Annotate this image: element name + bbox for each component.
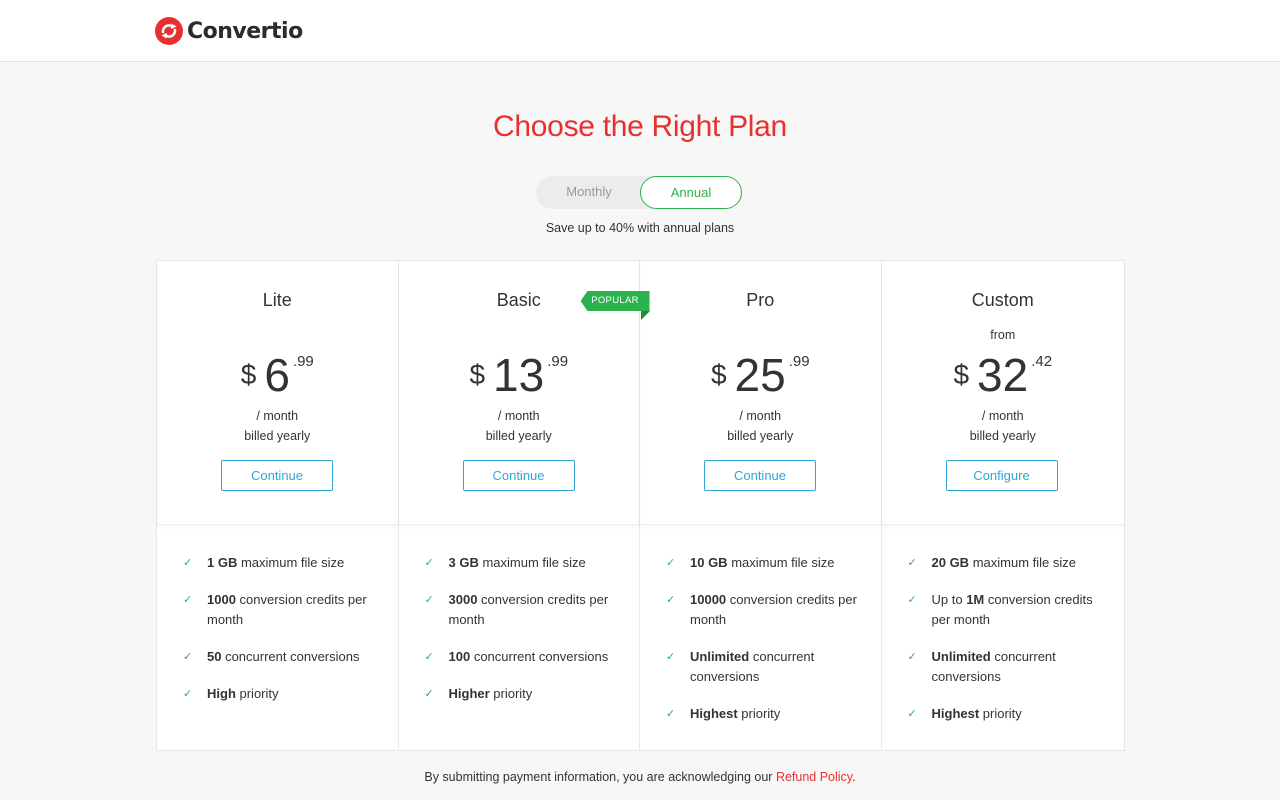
plan-price: $ 25 .99 (640, 347, 881, 403)
disclaimer-end: . (852, 770, 856, 784)
feature-item: ✓ Unlimited concurrent conversions (908, 647, 1105, 687)
feature-list: ✓ 1 GB maximum file size ✓ 1000 conversion… (157, 525, 398, 704)
check-icon: ✓ (424, 651, 434, 663)
check-icon: ✓ (907, 557, 917, 569)
check-icon: ✓ (907, 594, 917, 606)
check-icon: ✓ (424, 688, 434, 700)
plan-card-custom: Custom from $ 32 .42 / month billed year… (881, 261, 1125, 750)
price-period: / month billed yearly (157, 406, 398, 446)
check-icon: ✓ (666, 557, 676, 569)
price-billing: billed yearly (969, 429, 1036, 443)
billing-toggle-monthly[interactable]: Monthly (538, 176, 640, 209)
plan-header: Custom from $ 32 .42 / month billed year… (881, 261, 1125, 525)
price-amount: 6 (264, 349, 290, 401)
page-title: Choose the Right Plan (493, 110, 787, 143)
popular-badge: POPULAR (580, 291, 650, 311)
configure-button-custom[interactable]: Configure (945, 460, 1058, 491)
feature-item: ✓ 1 GB maximum file size (183, 553, 378, 573)
plan-header: Pro $ 25 .99 / month billed yearly Conti… (640, 261, 881, 525)
brand-name: Convertio (187, 18, 303, 44)
price-currency: $ (710, 359, 727, 390)
convertio-logo-icon (155, 17, 183, 45)
feature-list: ✓ 10 GB maximum file size ✓ 10000 conversi… (640, 525, 881, 724)
feature-item: ✓ Higher priority (425, 684, 620, 704)
feature-item: ✓ 3 GB maximum file size (425, 553, 620, 573)
check-icon: ✓ (424, 557, 434, 569)
price-per-month: / month (497, 409, 540, 423)
check-icon: ✓ (183, 688, 193, 700)
check-icon: ✓ (907, 708, 917, 720)
plan-price: $ 6 .99 (157, 347, 398, 403)
feature-item: ✓ 3000 conversion credits per month (425, 590, 620, 630)
price-from-label: from (990, 328, 1016, 342)
feature-item: ✓ 100 concurrent conversions (425, 647, 620, 667)
refund-policy-link[interactable]: Refund Policy (776, 770, 852, 784)
check-icon: ✓ (666, 651, 676, 663)
plan-card-basic: POPULAR Basic $ 13 .99 / month billed ye… (398, 261, 650, 750)
price-cents: .99 (292, 353, 314, 370)
price-period: / month billed yearly (882, 406, 1125, 446)
price-cents: .42 (1031, 353, 1053, 370)
check-icon: ✓ (424, 594, 434, 606)
billing-toggle[interactable]: Monthly Annual (536, 176, 742, 209)
popular-badge-fold (640, 311, 650, 320)
check-icon: ✓ (183, 594, 193, 606)
price-billing: billed yearly (244, 429, 311, 443)
plan-header: Lite $ 6 .99 / month billed yearly Conti… (157, 261, 398, 525)
price-currency: $ (240, 359, 257, 390)
plans-grid: Lite $ 6 .99 / month billed yearly Conti… (156, 260, 1125, 751)
price-amount: 32 (977, 349, 1029, 401)
check-icon: ✓ (907, 651, 917, 663)
price-amount: 25 (734, 349, 786, 401)
price-period: / month billed yearly (399, 406, 640, 446)
plan-card-pro: Pro $ 25 .99 / month billed yearly Conti… (640, 261, 882, 750)
feature-list: ✓ 20 GB maximum file size ✓ Up to 1M conve… (882, 525, 1125, 724)
payment-disclaimer: By submitting payment information, you a… (0, 770, 1280, 784)
check-icon: ✓ (666, 594, 676, 606)
price-per-month: / month (981, 409, 1024, 423)
price-currency: $ (469, 359, 486, 390)
check-icon: ✓ (183, 557, 193, 569)
plan-name: Custom (971, 290, 1034, 310)
feature-list: ✓ 3 GB maximum file size ✓ 3000 conversion… (399, 525, 640, 704)
plan-name: Lite (262, 290, 292, 310)
feature-item: ✓ 1000 conversion credits per month (183, 590, 378, 630)
price-cents: .99 (547, 353, 569, 370)
plan-name: Pro (746, 290, 775, 310)
plan-card-lite: Lite $ 6 .99 / month billed yearly Conti… (157, 261, 399, 750)
feature-item: ✓ 10 GB maximum file size (666, 553, 861, 573)
price-amount: 13 (493, 349, 545, 401)
price-billing: billed yearly (727, 429, 794, 443)
annual-savings-note: Save up to 40% with annual plans (545, 221, 735, 235)
price-currency: $ (953, 359, 970, 390)
feature-item: ✓ High priority (183, 684, 378, 704)
billing-toggle-annual[interactable]: Annual (640, 176, 742, 209)
feature-item: ✓ 20 GB maximum file size (908, 553, 1105, 573)
check-icon: ✓ (666, 708, 676, 720)
continue-button-basic[interactable]: Continue (462, 460, 575, 491)
brand-logo[interactable]: Convertio (155, 17, 303, 45)
price-cents: .99 (788, 353, 810, 370)
top-bar: Convertio (0, 0, 1280, 62)
plan-price: $ 32 .42 (882, 347, 1125, 403)
price-billing: billed yearly (485, 429, 552, 443)
price-per-month: / month (739, 409, 782, 423)
feature-item: ✓ 10000 conversion credits per month (666, 590, 861, 630)
check-icon: ✓ (183, 651, 193, 663)
feature-item: ✓ Unlimited concurrent conversions (666, 647, 861, 687)
feature-item: ✓ Highest priority (666, 704, 861, 724)
continue-button-lite[interactable]: Continue (221, 460, 333, 491)
feature-item: ✓ Up to 1M conversion credits per month (908, 590, 1105, 630)
price-per-month: / month (256, 409, 299, 423)
price-period: / month billed yearly (640, 406, 881, 446)
plan-price: $ 13 .99 (399, 347, 640, 403)
feature-item: ✓ Highest priority (908, 704, 1105, 724)
feature-item: ✓ 50 concurrent conversions (183, 647, 378, 667)
disclaimer-text: By submitting payment information, you a… (424, 770, 776, 784)
continue-button-pro[interactable]: Continue (704, 460, 816, 491)
